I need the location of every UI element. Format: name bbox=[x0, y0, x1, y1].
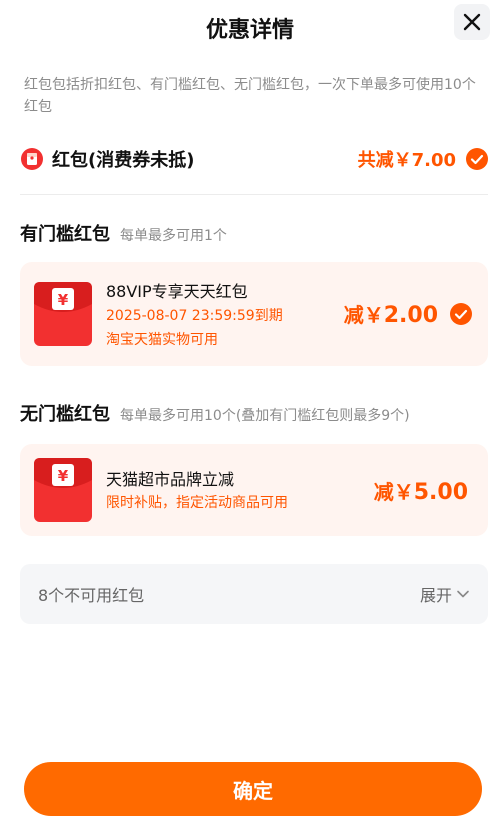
card-expiry: 2025-08-07 23:59:59到期 bbox=[106, 308, 283, 324]
red-packet-summary: 红包(消费券未抵) 共减￥7.00 bbox=[20, 144, 488, 174]
page-title: 优惠详情 bbox=[205, 18, 294, 43]
card-scope: 限时补贴，指定活动商品可用 bbox=[106, 495, 288, 511]
card-name: 天猫超市品牌立减 bbox=[106, 470, 235, 489]
card-scope: 淘宝天猫实物可用 bbox=[106, 332, 218, 348]
svg-text:¥: ¥ bbox=[58, 467, 69, 485]
section-title-no-threshold: 无门槛红包 每单最多可用10个(叠加有门槛红包则最多9个) bbox=[20, 400, 410, 426]
checked-icon[interactable] bbox=[450, 303, 472, 325]
red-envelope-icon: ¥ bbox=[34, 458, 92, 522]
card-amount: 减￥5.00 bbox=[373, 480, 468, 505]
section-title-threshold: 有门槛红包 每单最多可用1个 bbox=[20, 220, 227, 246]
confirm-button[interactable]: 确定 bbox=[24, 762, 482, 816]
unavailable-red-packets[interactable]: 8个不可用红包 展开 bbox=[20, 564, 488, 624]
rules-description: 红包包括折扣红包、有门槛红包、无门槛红包，一次下单最多可使用10个红包 bbox=[24, 77, 476, 115]
red-packet-card[interactable]: ¥ 88VIP专享天天红包 2025-08-07 23:59:59到期 淘宝天猫… bbox=[20, 262, 488, 366]
red-packet-icon bbox=[21, 148, 43, 170]
header: 优惠详情 bbox=[0, 0, 500, 56]
checked-icon[interactable] bbox=[466, 148, 488, 170]
section-subtitle: 每单最多可用10个(叠加有门槛红包则最多9个) bbox=[120, 408, 410, 424]
summary-label: 红包(消费券未抵) bbox=[52, 150, 195, 171]
section-heading: 有门槛红包 bbox=[20, 224, 110, 245]
summary-total: 共减￥7.00 bbox=[357, 150, 456, 171]
section-heading: 无门槛红包 bbox=[20, 404, 110, 425]
card-amount: 减￥2.00 bbox=[343, 303, 438, 328]
expand-toggle[interactable]: 展开 bbox=[420, 582, 470, 606]
unavailable-label: 8个不可用红包 bbox=[38, 586, 145, 605]
section-subtitle: 每单最多可用1个 bbox=[120, 228, 227, 244]
red-packet-card[interactable]: ¥ 天猫超市品牌立减 限时补贴，指定活动商品可用 减￥5.00 bbox=[20, 444, 488, 536]
close-button[interactable] bbox=[454, 4, 490, 40]
divider bbox=[20, 194, 488, 195]
card-name: 88VIP专享天天红包 bbox=[106, 282, 248, 301]
chevron-down-icon bbox=[457, 590, 469, 598]
close-icon bbox=[463, 13, 481, 31]
expand-label: 展开 bbox=[419, 586, 452, 605]
red-envelope-icon: ¥ bbox=[34, 282, 92, 346]
svg-text:¥: ¥ bbox=[58, 291, 69, 309]
